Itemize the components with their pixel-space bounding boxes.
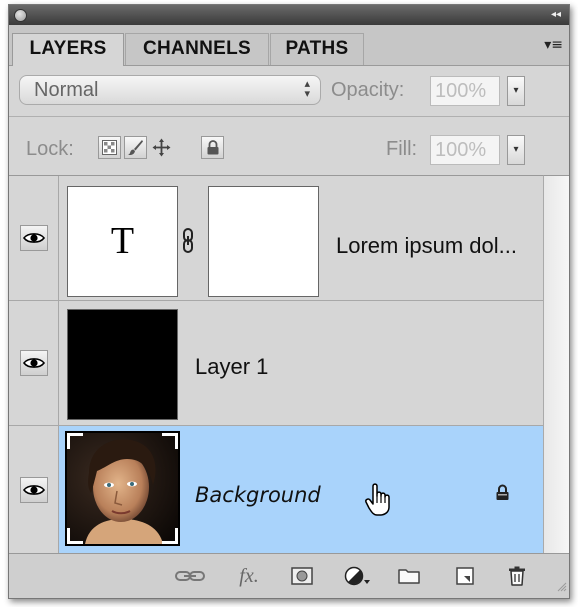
layers-bottom-toolbar: fx.: [9, 553, 569, 598]
fill-label: Fill:: [386, 138, 418, 160]
panel-title-bar[interactable]: ◂◂: [9, 5, 569, 25]
tab-bar: LAYERS CHANNELS PATHS ▾≡: [9, 25, 569, 66]
opacity-field[interactable]: 100%: [430, 76, 500, 106]
panel-menu-icon[interactable]: ▾≡: [544, 37, 563, 53]
tab-layers[interactable]: LAYERS: [12, 33, 124, 66]
eye-icon: [23, 233, 45, 243]
new-layer-icon[interactable]: [454, 566, 476, 586]
resize-grip-icon[interactable]: [555, 579, 567, 597]
lock-label: Lock:: [26, 138, 74, 160]
eye-icon: [23, 358, 45, 368]
eye-icon: [23, 485, 45, 495]
trash-icon[interactable]: [506, 566, 528, 586]
portrait-image: [67, 433, 178, 544]
opacity-label: Opacity:: [331, 79, 405, 101]
checker-icon: [102, 140, 117, 155]
select-arrows-icon: ▴ ▾: [304, 77, 310, 100]
fill-field[interactable]: 100%: [430, 135, 500, 165]
visibility-toggle[interactable]: [20, 225, 48, 251]
fill-dropdown-button[interactable]: ▾: [507, 135, 525, 165]
layer-mask-thumbnail[interactable]: [208, 186, 319, 297]
layer-row-layer1[interactable]: Layer 1: [9, 301, 543, 426]
text-layer-thumbnail[interactable]: T: [67, 186, 178, 297]
lock-position-button[interactable]: [150, 136, 173, 159]
layer-row-background[interactable]: Background: [9, 426, 543, 554]
blend-mode-value: Normal: [34, 79, 99, 101]
fx-icon[interactable]: fx.: [235, 566, 263, 586]
lock-icon: [207, 140, 218, 155]
chain-link-icon[interactable]: [182, 228, 194, 259]
layer-name[interactable]: Background: [195, 483, 321, 507]
collapse-panel-icon[interactable]: ◂◂: [551, 8, 561, 22]
move-arrows-icon: [152, 138, 171, 157]
opacity-dropdown-button[interactable]: ▾: [507, 76, 525, 106]
close-panel-icon[interactable]: [14, 9, 27, 22]
blend-mode-select[interactable]: Normal ▴ ▾: [19, 75, 321, 105]
tab-paths[interactable]: PATHS: [270, 33, 364, 65]
visibility-cell: [9, 426, 59, 554]
portrait-thumbnail[interactable]: [65, 431, 180, 546]
visibility-toggle[interactable]: [20, 477, 48, 503]
tab-channels[interactable]: CHANNELS: [125, 33, 269, 65]
link-layers-icon[interactable]: [175, 566, 205, 586]
lock-transparent-pixels-button[interactable]: [98, 136, 121, 159]
adjustment-layer-icon[interactable]: [344, 566, 370, 586]
lock-row: Lock: Fill: 100% ▾: [9, 123, 569, 171]
visibility-toggle[interactable]: [20, 350, 48, 376]
divider: [9, 116, 569, 117]
lock-image-pixels-button[interactable]: [124, 136, 147, 159]
layers-panel: ◂◂ LAYERS CHANNELS PATHS ▾≡ Normal ▴ ▾ Op…: [8, 4, 570, 599]
visibility-cell: [9, 301, 59, 425]
layers-scrollbar[interactable]: [543, 175, 569, 553]
layer-name[interactable]: Layer 1: [195, 354, 268, 380]
layer-thumbnail[interactable]: [67, 309, 178, 420]
layers-list: T Lorem ipsum dol... Layer 1 Background: [9, 175, 543, 554]
hand-cursor-icon: [365, 481, 395, 522]
add-mask-icon[interactable]: [291, 566, 313, 586]
layer-row-text[interactable]: T Lorem ipsum dol...: [9, 176, 543, 301]
layer-lock-icon: [495, 484, 510, 506]
lock-all-button[interactable]: [201, 136, 224, 159]
blend-row: Normal ▴ ▾ Opacity: 100% ▾: [9, 66, 569, 114]
visibility-cell: [9, 176, 59, 300]
brush-icon: [128, 140, 143, 156]
layer-name[interactable]: Lorem ipsum dol...: [336, 233, 517, 259]
new-group-icon[interactable]: [398, 566, 420, 586]
